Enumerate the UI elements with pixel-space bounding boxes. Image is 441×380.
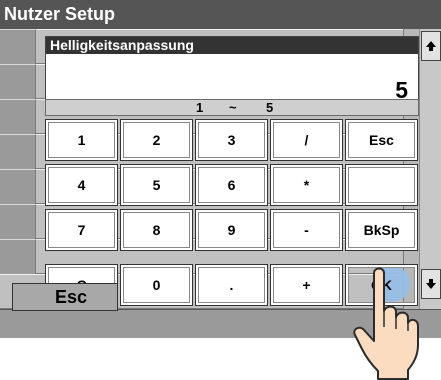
range-max: 5 (266, 100, 274, 115)
key-multiply[interactable]: * (270, 164, 343, 206)
background-cell (0, 29, 36, 64)
background-cell (0, 169, 36, 204)
key-backspace[interactable]: BkSp (345, 209, 418, 251)
key-0[interactable]: 0 (120, 264, 193, 306)
key-6[interactable]: 6 (195, 164, 268, 206)
key-blank[interactable] (345, 164, 418, 206)
background-cell (0, 134, 36, 169)
key-5[interactable]: 5 (120, 164, 193, 206)
range-separator: ~ (229, 100, 237, 115)
arrow-down-icon[interactable] (421, 269, 441, 299)
window-title: Nutzer Setup (4, 4, 116, 24)
range-min: 1 (196, 100, 204, 115)
arrow-up-icon[interactable] (421, 31, 441, 61)
title-bar: Nutzer Setup (0, 0, 441, 29)
key-9[interactable]: 9 (195, 209, 268, 251)
key-4[interactable]: 4 (45, 164, 118, 206)
background-cell (0, 99, 36, 134)
background-cell (0, 64, 36, 99)
key-decimal[interactable]: . (195, 264, 268, 306)
key-2[interactable]: 2 (120, 119, 193, 161)
key-8[interactable]: 8 (120, 209, 193, 251)
range-bar: 1 ~ 5 (45, 99, 419, 116)
key-minus[interactable]: - (270, 209, 343, 251)
dialog-title: Helligkeitsanpassung (46, 37, 418, 54)
key-divide[interactable]: / (270, 119, 343, 161)
key-7[interactable]: 7 (45, 209, 118, 251)
key-1[interactable]: 1 (45, 119, 118, 161)
background-cell (0, 204, 36, 239)
scrollbar[interactable] (419, 29, 441, 309)
esc-button[interactable]: Esc (12, 283, 118, 311)
pointing-hand-icon (353, 267, 419, 380)
key-esc[interactable]: Esc (345, 119, 418, 161)
key-3[interactable]: 3 (195, 119, 268, 161)
background-cell (0, 239, 36, 274)
key-plus[interactable]: + (270, 264, 343, 306)
